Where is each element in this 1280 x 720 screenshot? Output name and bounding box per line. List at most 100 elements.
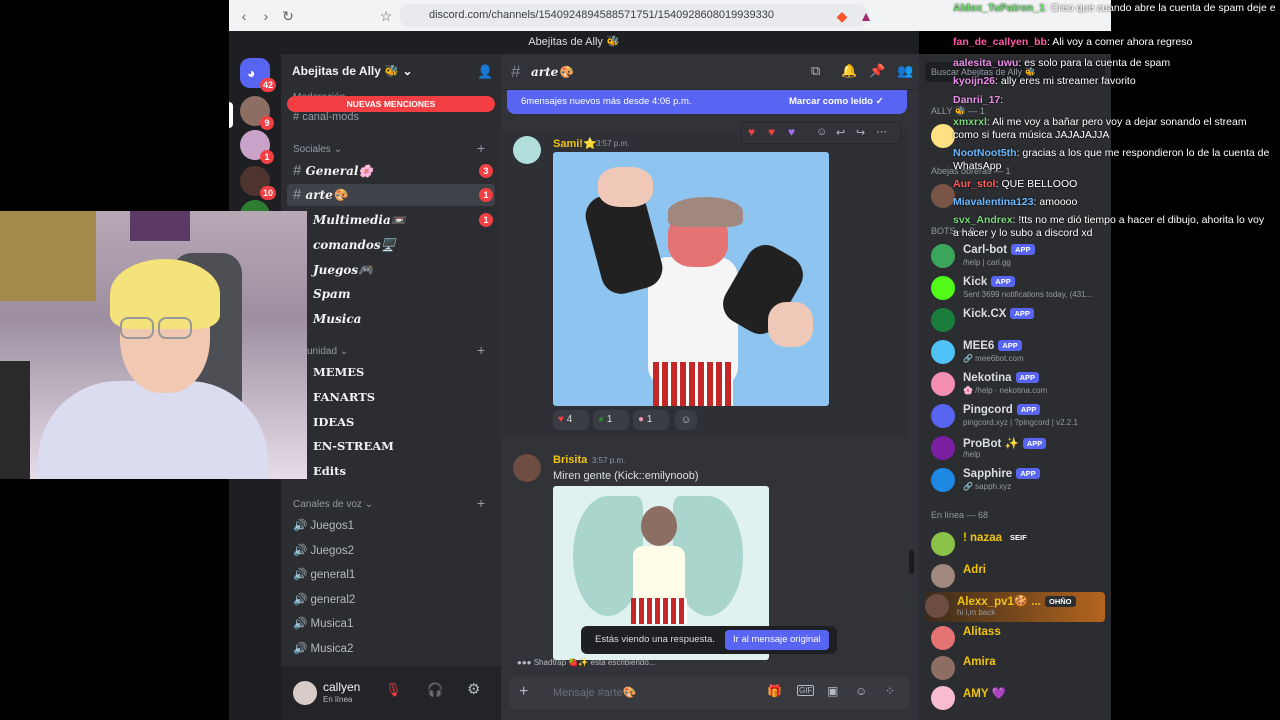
member-online[interactable]: Alitass	[931, 624, 1109, 654]
url-bar[interactable]: discord.com/channels/1540924894588571751…	[399, 4, 869, 27]
reply-icon[interactable]: ↩	[836, 126, 845, 139]
message-input-box[interactable]: + Mensaje #arte🎨 🎁 GIF ▣ ☺ ⁘	[509, 676, 909, 710]
headphones-icon[interactable]: 🎧	[427, 682, 443, 698]
upload-plus-icon[interactable]: +	[519, 683, 528, 701]
message-author[interactable]: Sami!⭐	[553, 137, 597, 150]
channel-memes[interactable]: MEMES	[313, 361, 513, 383]
gift-icon[interactable]: 🎁	[767, 684, 782, 698]
channel-mods[interactable]: # canal-mods	[293, 106, 493, 128]
member-online[interactable]: Alexx_pv1🍪 ... OHÑO hi i,m back	[925, 592, 1105, 622]
server-icon[interactable]: 9	[240, 96, 274, 130]
home-button[interactable]: ◕ 42	[240, 58, 276, 92]
channel-arte[interactable]: # arte🎨 1	[293, 184, 493, 206]
server-name[interactable]: Abejitas de Ally 🐝 ⌄	[292, 64, 413, 78]
member-bot[interactable]: ProBot ✨ APP/help	[931, 434, 1109, 464]
member-bot[interactable]: Kick.CX APP	[931, 306, 1109, 336]
voice-channel[interactable]: 🔊 Juegos2	[293, 543, 354, 557]
members-icon[interactable]: 👥	[897, 63, 913, 79]
channel-multimedia[interactable]: Multimedia📼 1	[313, 209, 493, 231]
image-attachment[interactable]	[553, 152, 829, 406]
category-sociales[interactable]: Sociales ⌄	[293, 144, 342, 155]
speaker-icon: 🔊	[293, 569, 311, 581]
member-online[interactable]: AMY 💜	[931, 684, 1109, 714]
message-author[interactable]: Brisita	[553, 454, 587, 466]
heart-reaction-icon[interactable]: ♥	[748, 125, 755, 139]
member-bot[interactable]: Sapphire APP 🔗 sapph.xyz	[931, 466, 1109, 496]
member-bot[interactable]: Pingcord APP pingcord.xyz | ?pingcord | v2…	[931, 402, 1109, 432]
avatar	[931, 244, 955, 268]
category-voz[interactable]: Canales de voz ⌄	[293, 499, 373, 510]
message[interactable]: Sami!⭐ 3:57 p.m. ♥ ♥ ♥ ☺ ↩ ↪ ⋯ ♥ 4 ● 1 ●…	[501, 122, 907, 438]
add-reaction-icon[interactable]: ☺	[675, 410, 697, 430]
avatar[interactable]	[931, 124, 955, 148]
add-channel-icon[interactable]: +	[477, 140, 485, 156]
channel-comandos[interactable]: comandos🖥️	[313, 234, 513, 256]
unread-badge: 1	[479, 213, 493, 227]
member-bot[interactable]: MEE6 APP 🔗 mee6bot.com	[931, 338, 1109, 368]
sticker-icon[interactable]: ▣	[827, 684, 838, 698]
voice-channel[interactable]: 🔊 general1	[293, 567, 355, 581]
member-bot[interactable]: Nekotina APP 🌸 /help · nekotina.com	[931, 370, 1109, 400]
mark-read-button[interactable]: Marcar como leído ✓	[789, 96, 884, 107]
new-messages-banner[interactable]: 6mensajes nuevos más desde 4:06 p.m. Mar…	[507, 90, 907, 114]
reply-notice-text: Estás viendo una respuesta.	[595, 634, 715, 645]
bell-icon[interactable]: 🔔	[841, 63, 857, 79]
channel-en-stream[interactable]: EN-STREAM	[313, 435, 513, 457]
member-online[interactable]: Adri	[931, 562, 1109, 592]
back-icon[interactable]: ‹	[235, 7, 253, 25]
server-icon[interactable]: 1	[240, 130, 274, 164]
voice-channel[interactable]: 🔊 Juegos1	[293, 518, 354, 532]
reload-icon[interactable]: ↻	[279, 7, 297, 25]
forward-icon[interactable]: ↪	[856, 126, 865, 139]
voice-channel[interactable]: 🔊 Musica2	[293, 641, 353, 655]
go-to-original-button[interactable]: Ir al mensaje original	[725, 630, 829, 650]
message-text: Miren gente (Kick::emilynoob)	[553, 470, 699, 482]
pin-icon[interactable]: 📌	[869, 63, 885, 79]
channel-ideas[interactable]: IDEAS	[313, 411, 513, 433]
voice-channel[interactable]: 🔊 Musica1	[293, 616, 353, 630]
voice-channel[interactable]: 🔊 general2	[293, 592, 355, 606]
brave-rewards-icon[interactable]: ▲	[857, 7, 875, 25]
message-input[interactable]: Mensaje #arte🎨	[553, 686, 636, 699]
avatar[interactable]	[293, 681, 317, 705]
forward-icon[interactable]: ›	[257, 7, 275, 25]
bot-name: ProBot ✨	[963, 438, 1019, 450]
avatar[interactable]	[931, 184, 955, 208]
emoji-icon[interactable]: ☺	[855, 684, 867, 698]
brave-shield-icon[interactable]: ◆	[833, 7, 851, 25]
member-bot[interactable]: Carl-bot APP/help | carl.gg	[931, 242, 1109, 272]
channel-spam[interactable]: Spam	[313, 283, 513, 305]
scrollbar[interactable]	[909, 550, 914, 574]
gear-icon[interactable]: ⚙	[467, 680, 480, 698]
threads-icon[interactable]: ⧉	[811, 63, 820, 79]
chat-username: svx_Andrex	[953, 214, 1013, 226]
add-channel-icon[interactable]: +	[477, 342, 485, 358]
typing-text: Shadtrap 🍓✨ está escribiendo...	[533, 658, 656, 667]
reaction-emoji[interactable]: ● 1	[593, 410, 629, 430]
server-icon[interactable]: 10	[240, 166, 276, 200]
bookmark-icon[interactable]: ☆	[377, 7, 395, 25]
reaction-heart[interactable]: ♥ 4	[553, 410, 589, 430]
gif-icon[interactable]: GIF	[797, 685, 815, 696]
reaction-count: 4	[566, 414, 573, 425]
add-channel-icon[interactable]: +	[477, 495, 485, 511]
heart-reaction-icon[interactable]: ♥	[788, 125, 795, 139]
mic-muted-icon[interactable]: 🎙	[385, 682, 402, 698]
avatar[interactable]	[513, 136, 541, 164]
heart-reaction-icon[interactable]: ♥	[768, 125, 775, 139]
category-comunidad[interactable]: unidad ⌄	[307, 346, 348, 357]
more-icon[interactable]: ⋯	[876, 125, 887, 138]
channel-edits[interactable]: Edits	[313, 460, 513, 482]
member-bot[interactable]: Kick APP Sent 3699 notifications today, (4…	[931, 274, 1109, 304]
channel-musica[interactable]: Musica	[313, 308, 513, 330]
avatar[interactable]	[513, 454, 541, 482]
apps-icon[interactable]: ⁘	[885, 684, 895, 698]
reaction-emoji[interactable]: ● 1	[633, 410, 669, 430]
member-online[interactable]: Amira	[931, 654, 1109, 684]
channel-general[interactable]: # General🌸 3	[293, 160, 493, 182]
add-reaction-icon[interactable]: ☺	[816, 126, 827, 138]
channel-fanarts[interactable]: FANARTS	[313, 386, 513, 408]
member-online[interactable]: ! nazaa SEIF	[931, 530, 1109, 560]
channel-juegos[interactable]: Juegos🎮	[313, 259, 513, 281]
add-member-icon[interactable]: 👤	[477, 64, 493, 80]
